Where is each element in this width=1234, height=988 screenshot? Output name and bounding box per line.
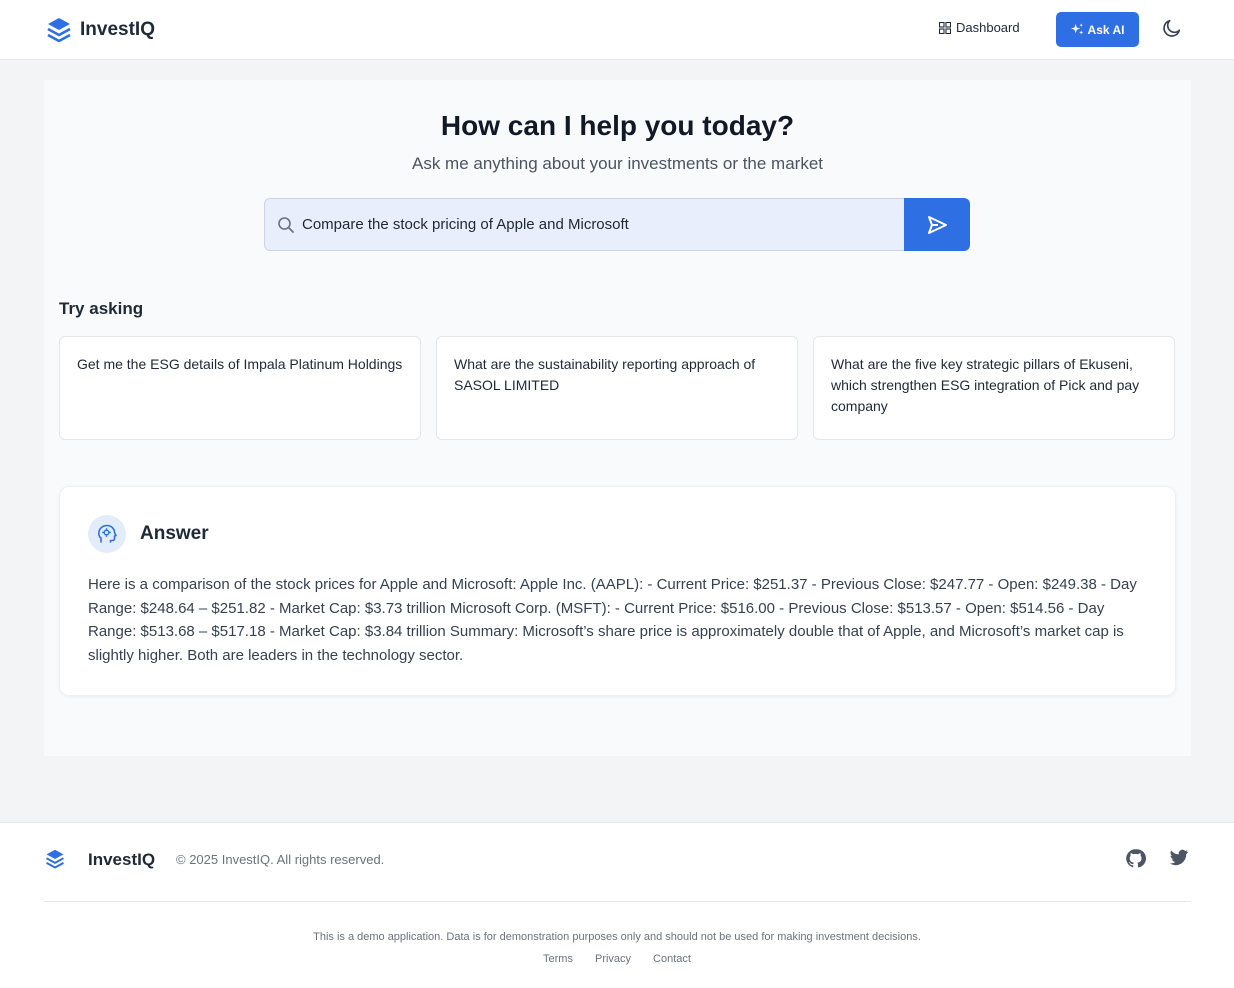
page-subtitle: Ask me anything about your investments o… — [411, 154, 824, 173]
search-icon — [278, 216, 294, 233]
answer-title: Answer — [140, 523, 209, 544]
github-icon[interactable] — [1125, 848, 1146, 869]
footer-brand: InvestIQ — [88, 850, 156, 869]
main-panel: How can I help you today? Ask me anythin… — [44, 80, 1191, 756]
footer-link-terms[interactable]: Terms — [543, 953, 573, 965]
footer: InvestIQ © 2025 InvestIQ. All rights res… — [0, 822, 1234, 988]
top-header: InvestIQ Dashboard Ask AI — [0, 0, 1234, 60]
footer-divider — [44, 901, 1191, 902]
suggestion-card[interactable]: What are the five key strategic pillars … — [813, 336, 1175, 440]
search-input[interactable] — [302, 199, 905, 250]
footer-disclaimer: This is a demo application. Data is for … — [313, 931, 921, 943]
footer-links: Terms Privacy Contact — [0, 953, 1234, 965]
footer-copyright: © 2025 InvestIQ. All rights reserved. — [176, 852, 385, 867]
ask-ai-label: Ask AI — [1087, 22, 1125, 37]
answer-card: Answer Here is a comparison of the stock… — [59, 486, 1176, 696]
brand[interactable]: InvestIQ — [46, 16, 155, 44]
footer-link-privacy[interactable]: Privacy — [595, 953, 631, 965]
layers-icon — [46, 849, 64, 869]
twitter-icon[interactable] — [1169, 849, 1189, 867]
send-button[interactable] — [904, 198, 970, 251]
search-bar — [264, 198, 905, 251]
send-icon — [928, 215, 947, 234]
layers-icon — [47, 18, 71, 43]
sparkle-icon — [1070, 23, 1083, 35]
grid-icon — [939, 21, 951, 34]
brand-name: InvestIQ — [80, 19, 155, 40]
moon-icon[interactable] — [1161, 17, 1183, 39]
brain-head-icon — [88, 515, 126, 553]
page-title: How can I help you today? — [440, 110, 795, 141]
try-asking-heading: Try asking — [59, 299, 144, 318]
ask-ai-button[interactable]: Ask AI — [1056, 12, 1139, 47]
nav-dashboard-label: Dashboard — [956, 20, 1020, 35]
footer-link-contact[interactable]: Contact — [653, 953, 691, 965]
suggestion-card[interactable]: What are the sustainability reporting ap… — [436, 336, 798, 440]
suggestion-card[interactable]: Get me the ESG details of Impala Platinu… — [59, 336, 421, 440]
nav-dashboard-link[interactable]: Dashboard — [939, 20, 1020, 35]
answer-text: Here is a comparison of the stock prices… — [88, 576, 1137, 664]
